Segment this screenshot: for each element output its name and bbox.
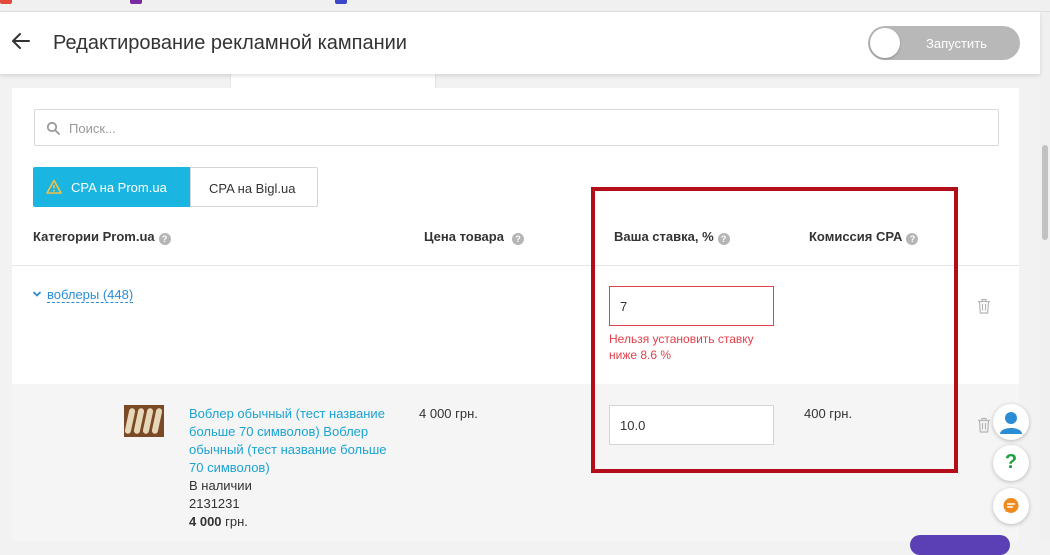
product-sku: 2131231 — [189, 496, 240, 511]
chat-button[interactable] — [993, 488, 1029, 524]
help-button[interactable]: ? — [993, 445, 1029, 481]
question-icon: ? — [1004, 451, 1018, 473]
launch-toggle[interactable]: Запустить — [868, 26, 1020, 60]
product-bid-input[interactable] — [609, 405, 774, 445]
back-arrow-icon[interactable] — [10, 30, 32, 52]
scrollbar-track[interactable] — [1040, 12, 1050, 541]
header-category-label: Категории Prom.ua — [33, 229, 155, 244]
trash-icon[interactable] — [977, 417, 991, 433]
scrollbar-thumb[interactable] — [1042, 145, 1048, 240]
search-box[interactable] — [34, 109, 999, 146]
search-input[interactable] — [69, 118, 969, 138]
header-bid-label: Ваша ставка, % — [614, 229, 714, 244]
tab-cpa-prom-label: CPA на Prom.ua — [71, 180, 167, 195]
bid-error-message: Нельзя установить ставку ниже 8.6 % — [609, 332, 754, 362]
product-price-amount: 4 000 — [189, 514, 222, 529]
search-icon — [46, 121, 60, 135]
chat-icon — [1003, 498, 1019, 513]
product-price-currency: грн. — [221, 514, 248, 529]
header-bid: Ваша ставка, %? — [614, 229, 730, 245]
browser-tab-favicon — [335, 0, 347, 4]
help-icon[interactable]: ? — [906, 233, 919, 245]
product-commission: 400 грн. — [804, 406, 853, 421]
tab-strip — [12, 74, 1019, 88]
browser-tab-favicon — [130, 0, 142, 4]
header-category: Категории Prom.ua? — [33, 229, 171, 245]
save-button[interactable] — [910, 535, 1010, 555]
header-price: Цена товара? — [424, 229, 524, 245]
tab-cpa-bigl[interactable]: CPA на Bigl.ua — [190, 167, 318, 207]
launch-toggle-label: Запустить — [926, 36, 987, 51]
trash-icon[interactable] — [977, 298, 991, 314]
row-divider — [12, 265, 1019, 266]
toggle-knob — [870, 28, 900, 58]
chevron-down-icon — [32, 291, 42, 297]
category-bid-input[interactable] — [609, 286, 774, 326]
browser-tab-favicon — [0, 0, 12, 4]
product-image — [124, 405, 164, 437]
active-tab[interactable] — [230, 74, 436, 88]
user-support-button[interactable] — [993, 404, 1029, 440]
header-commission-label: Комиссия CPA — [809, 229, 903, 244]
product-name-link[interactable]: Воблер обычный (тест название больше 70 … — [189, 405, 404, 477]
tab-cpa-bigl-label: CPA на Bigl.ua — [209, 181, 296, 196]
user-icon — [1000, 412, 1022, 434]
category-toggle[interactable]: воблеры (448) — [32, 287, 134, 303]
product-price: 4 000 грн. — [419, 406, 478, 421]
page-title: Редактирование рекламной кампании — [53, 32, 407, 54]
product-availability: В наличии — [189, 478, 252, 493]
page-header: Редактирование рекламной кампании Запуст… — [0, 12, 1040, 74]
help-icon[interactable]: ? — [158, 233, 171, 245]
category-label: воблеры (448) — [47, 287, 134, 303]
product-price-summary: 4 000 грн. — [189, 514, 248, 529]
header-commission: Комиссия CPA? — [809, 229, 919, 245]
browser-tab-strip — [0, 0, 1050, 12]
campaign-content: CPA на Prom.ua CPA на Bigl.ua Категории … — [12, 74, 1019, 541]
help-icon[interactable]: ? — [717, 233, 730, 245]
tab-cpa-prom[interactable]: CPA на Prom.ua — [33, 167, 190, 207]
header-price-label: Цена товара — [424, 229, 504, 244]
warning-icon — [46, 179, 62, 194]
help-icon[interactable]: ? — [511, 233, 524, 245]
